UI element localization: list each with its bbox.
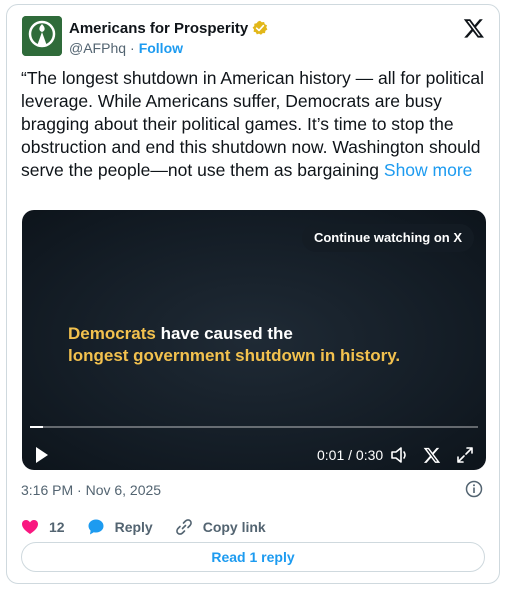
heart-icon (22, 520, 38, 534)
reply-bubble-icon (88, 519, 104, 535)
like-button[interactable]: 12 (21, 519, 65, 535)
account-name[interactable]: Americans for Prosperity (69, 20, 248, 37)
copy-link-button[interactable]: Copy link (175, 518, 266, 536)
info-icon[interactable] (465, 480, 483, 498)
copy-link-label: Copy link (202, 519, 266, 535)
follow-button[interactable]: Follow (139, 40, 183, 56)
tweet-text: “The longest shutdown in American histor… (21, 67, 487, 182)
reply-label: Reply (114, 519, 153, 535)
like-count: 12 (49, 519, 65, 535)
play-icon[interactable] (34, 446, 50, 464)
reply-button[interactable]: Reply (87, 518, 153, 536)
torch-logo-icon[interactable] (22, 16, 62, 56)
handle-row: @AFPhq · Follow (69, 40, 183, 56)
caption-highlight: Democrats (68, 324, 156, 343)
video-progress-bar[interactable] (30, 426, 478, 428)
link-icon (175, 519, 192, 535)
continue-watching-button[interactable]: Continue watching on X (301, 224, 474, 252)
video-player[interactable]: Continue watching on X Democrats have ca… (22, 210, 486, 470)
caption-line2: longest government shutdown in history. (68, 346, 401, 365)
show-more-link[interactable]: Show more (384, 160, 473, 180)
caption-line1: have caused the (155, 324, 293, 343)
read-replies-button[interactable]: Read 1 reply (21, 542, 485, 572)
volume-icon[interactable] (390, 446, 410, 464)
tweet-actions: 12 Reply Copy link (21, 517, 288, 537)
video-time: 0:01 / 0:30 (317, 447, 384, 463)
video-caption: Democrats have caused the longest govern… (68, 323, 448, 367)
separator-dot: · (130, 40, 135, 56)
fullscreen-icon[interactable] (456, 446, 474, 464)
video-progress-fill (30, 426, 44, 428)
tweet-timestamp[interactable]: 3:16 PM · Nov 6, 2025 (21, 482, 161, 498)
tweet-card: Americans for Prosperity @AFPhq · Follow… (6, 4, 500, 584)
x-logo-icon[interactable] (423, 446, 441, 464)
account-name-row: Americans for Prosperity (69, 18, 268, 38)
verified-gold-badge-icon (252, 20, 268, 35)
x-logo-icon[interactable] (463, 17, 485, 39)
account-handle[interactable]: @AFPhq (69, 40, 126, 56)
